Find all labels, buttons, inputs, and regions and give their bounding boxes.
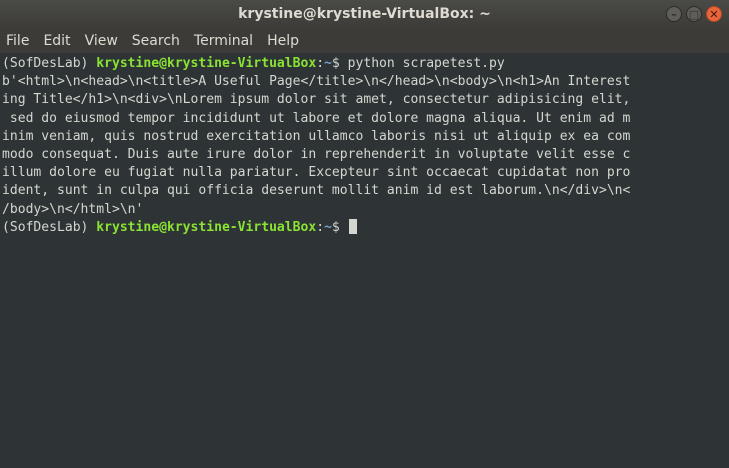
- window-controls: – □ ✕: [666, 6, 722, 22]
- prompt-path: ~: [324, 56, 332, 71]
- title-bar[interactable]: krystine@krystine-VirtualBox: ~ – □ ✕: [0, 0, 729, 29]
- prompt-path: ~: [324, 219, 332, 235]
- output-line: modo consequat. Duis aute irure dolor in…: [2, 146, 631, 162]
- close-button[interactable]: ✕: [706, 6, 722, 22]
- prompt-dollar: $: [331, 56, 348, 71]
- prompt-separator: :: [316, 56, 325, 71]
- output-line: ing Title</h1>\n<div>\nLorem ipsum dolor…: [2, 92, 631, 108]
- minimize-button[interactable]: –: [666, 6, 682, 22]
- window-title: krystine@krystine-VirtualBox: ~: [238, 6, 491, 22]
- output-line: ident, sunt in culpa qui officia deserun…: [2, 183, 631, 199]
- menu-view[interactable]: View: [78, 29, 125, 53]
- menu-help[interactable]: Help: [260, 29, 306, 53]
- prompt-user-host: krystine@krystine-VirtualBox: [96, 56, 317, 71]
- output-line: inim veniam, quis nostrud exercitation u…: [2, 128, 631, 144]
- output-line: illum dolore eu fugiat nulla pariatur. E…: [2, 165, 631, 181]
- output-line: /body>\n</html>\n': [2, 201, 144, 217]
- output-line: sed do eiusmod tempor incididunt ut labo…: [2, 110, 631, 126]
- menu-bar: File Edit View Search Terminal Help: [0, 29, 729, 53]
- prompt-separator: :: [316, 219, 325, 235]
- prompt-env: (SofDesLab): [2, 219, 97, 235]
- prompt-dollar: $: [331, 219, 348, 235]
- prompt-line: (SofDesLab) krystine@krystine-VirtualBox…: [2, 218, 729, 237]
- menu-search[interactable]: Search: [125, 29, 187, 53]
- prompt-user-host: krystine@krystine-VirtualBox: [96, 219, 317, 235]
- terminal-output-area[interactable]: (SofDesLab) krystine@krystine-VirtualBox…: [0, 53, 729, 468]
- command-text: python scrapetest.py: [347, 56, 505, 71]
- prompt-line: (SofDesLab) krystine@krystine-VirtualBox…: [2, 55, 729, 73]
- menu-edit[interactable]: Edit: [36, 29, 77, 53]
- maximize-button[interactable]: □: [686, 6, 702, 22]
- menu-file[interactable]: File: [0, 29, 36, 53]
- terminal-window: krystine@krystine-VirtualBox: ~ – □ ✕ Fi…: [0, 0, 729, 468]
- output-line: b'<html>\n<head>\n<title>A Useful Page</…: [2, 74, 631, 90]
- prompt-env: (SofDesLab): [2, 56, 97, 71]
- text-cursor: [348, 218, 357, 234]
- menu-terminal[interactable]: Terminal: [187, 29, 260, 53]
